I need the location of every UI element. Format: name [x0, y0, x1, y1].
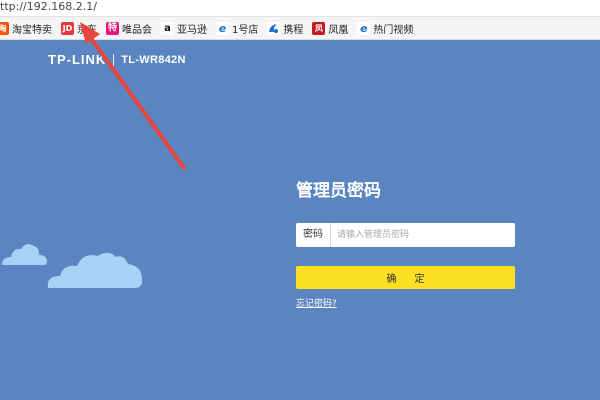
annotation-arrow-icon: [80, 22, 186, 170]
router-login-screen: ttp://192.168.2.1/ 淘 淘宝特卖 JD 京东 特 唯品会 a …: [0, 0, 600, 400]
